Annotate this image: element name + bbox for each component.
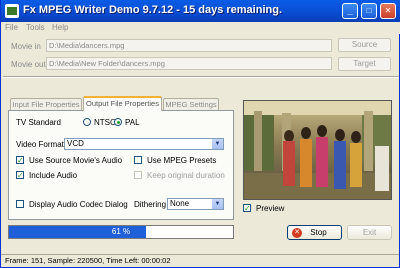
ntsc-label: NTSC — [94, 118, 116, 127]
app-icon — [5, 4, 19, 18]
preview-image — [243, 100, 392, 200]
dithering-value: None — [170, 199, 190, 208]
dithering-label: Dithering — [134, 200, 167, 209]
separator — [3, 76, 399, 78]
progress-bar: 61 % — [8, 225, 234, 239]
preview-checkbox[interactable]: ✓ — [243, 204, 251, 213]
movie-out-field[interactable]: D:\Media\New Folder\dancers.mpg — [46, 57, 332, 70]
menu-file[interactable]: File — [5, 23, 18, 32]
tab-output-file-properties[interactable]: Output File Properties — [83, 96, 162, 111]
keep-original-duration-checkbox — [134, 171, 142, 179]
use-mpeg-presets-checkbox[interactable] — [134, 156, 142, 164]
close-button[interactable]: ✕ — [380, 3, 396, 19]
menu-bar: File Tools Help — [1, 22, 400, 34]
pal-radio[interactable] — [114, 118, 122, 126]
minimize-button[interactable]: _ — [342, 3, 358, 19]
progress-text: 61 % — [111, 227, 131, 236]
video-format-value: VCD — [67, 139, 84, 148]
source-button[interactable]: Source — [338, 38, 391, 52]
tv-standard-label: TV Standard — [16, 118, 61, 127]
window-title: Fx MPEG Writer Demo 9.7.12 - 15 days rem… — [23, 4, 282, 16]
display-audio-codec-checkbox[interactable] — [16, 200, 24, 208]
movie-in-label: Movie in — [11, 42, 41, 51]
menu-help[interactable]: Help — [52, 23, 68, 32]
target-button[interactable]: Target — [338, 57, 391, 71]
exit-button: Exit — [347, 225, 392, 240]
pal-label: PAL — [125, 118, 140, 127]
status-bar: Frame: 151, Sample: 220500, Time Left: 0… — [1, 254, 399, 267]
use-source-audio-checkbox[interactable]: ✓ — [16, 156, 24, 165]
include-audio-label: Include Audio — [29, 171, 78, 180]
maximize-button[interactable]: □ — [361, 3, 377, 19]
tab-input-file-properties[interactable]: Input File Properties — [10, 98, 82, 110]
preview-label: Preview — [256, 204, 285, 213]
stop-icon: ✕ — [292, 228, 302, 238]
dancers-preview-image — [244, 101, 391, 199]
combo-arrow-icon: ▼ — [212, 139, 223, 149]
keep-original-duration-label: Keep original duration — [147, 171, 225, 180]
use-mpeg-presets-label: Use MPEG Presets — [147, 156, 217, 165]
movie-in-field[interactable]: D:\Media\dancers.mpg — [46, 39, 332, 52]
video-format-label: Video Format — [16, 140, 64, 149]
stop-button-label: Stop — [310, 228, 327, 237]
movie-out-label: Movie out — [11, 60, 46, 69]
video-format-select[interactable]: VCD ▼ — [64, 138, 224, 150]
include-audio-checkbox[interactable]: ✓ — [16, 171, 24, 180]
combo-arrow-icon: ▼ — [212, 199, 223, 209]
use-source-audio-label: Use Source Movie's Audio — [29, 156, 123, 165]
ntsc-radio[interactable] — [83, 118, 91, 126]
dithering-select[interactable]: None ▼ — [167, 198, 224, 210]
tab-mpeg-settings[interactable]: MPEG Settings — [163, 98, 219, 110]
title-bar[interactable]: Fx MPEG Writer Demo 9.7.12 - 15 days rem… — [1, 0, 400, 22]
output-properties-panel: TV Standard NTSC PAL Video Format VCD ▼ … — [8, 110, 234, 220]
app-window: Fx MPEG Writer Demo 9.7.12 - 15 days rem… — [0, 0, 400, 268]
menu-tools[interactable]: Tools — [26, 23, 45, 32]
stop-button[interactable]: ✕ Stop — [287, 225, 342, 240]
display-audio-codec-label: Display Audio Codec Dialog — [29, 200, 128, 209]
